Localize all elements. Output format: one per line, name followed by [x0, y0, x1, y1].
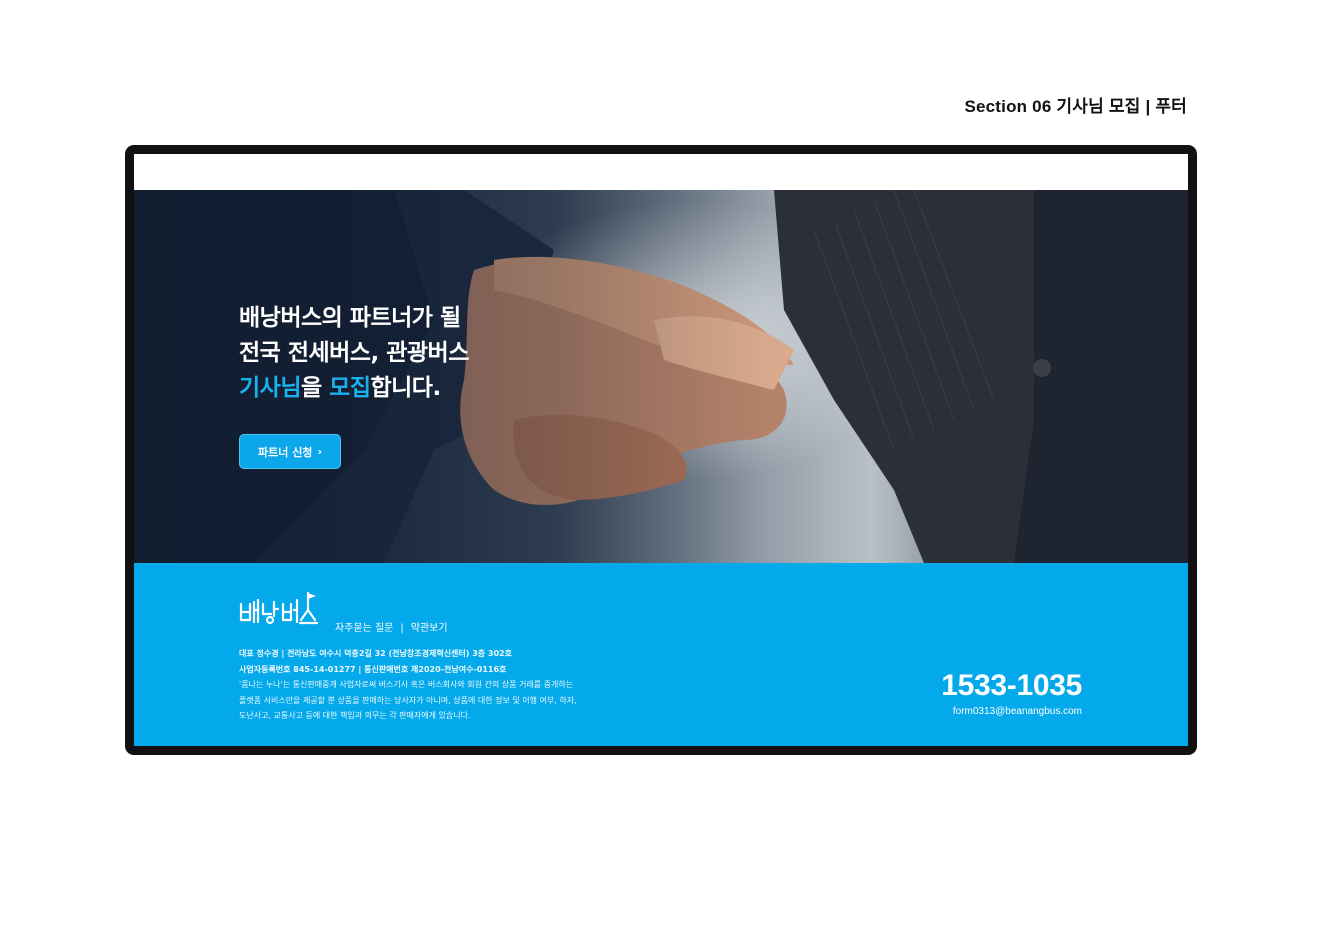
nav-strip	[134, 154, 1188, 190]
info-line-1: 대표 정수경 | 전라남도 여수시 덕충2길 32 (전남창조경제혁신센터) 3…	[239, 649, 512, 658]
footer: 자주묻는 질문 | 약관보기 대표 정수경 | 전라남도 여수시 덕충2길 32 (…	[134, 563, 1188, 746]
info-line-4: 플랫폼 서비스만을 제공할 뿐 상품을 판매하는 당사자가 아니며, 상품에 대…	[239, 695, 577, 705]
headline-highlight-recruit: 모집	[329, 375, 371, 401]
contact-phone: 1533-1035	[941, 669, 1082, 702]
info-line-2: 사업자등록번호 845-14-01277 | 통신판매번호 제2020-전남여수…	[239, 664, 507, 674]
headline-highlight-driver: 기사님	[239, 375, 301, 401]
headline-text-1: 을	[300, 375, 330, 401]
link-separator: |	[400, 623, 404, 634]
terms-link[interactable]: 약관보기	[411, 623, 448, 634]
device-frame: 배낭버스의 파트너가 될 전국 전세버스, 관광버스 기사님을 모집합니다. 파…	[125, 145, 1197, 755]
headline-line-3: 기사님을 모집합니다.	[239, 371, 469, 406]
screen: 배낭버스의 파트너가 될 전국 전세버스, 관광버스 기사님을 모집합니다. 파…	[134, 154, 1188, 746]
footer-links: 자주묻는 질문 | 약관보기	[335, 619, 448, 634]
company-info: 대표 정수경 | 전라남도 여수시 덕충2길 32 (전남창조경제혁신센터) 3…	[239, 646, 577, 724]
info-line-3: '품나는 누나'는 통신판매중개 사업자로써 버스기사 혹은 버스회사와 회원 …	[239, 680, 574, 689]
hero-headline: 배낭버스의 파트너가 될 전국 전세버스, 관광버스 기사님을 모집합니다.	[239, 301, 469, 406]
flag-logo-icon[interactable]	[238, 590, 320, 628]
section-label: Section 06 기사님 모집 | 푸터	[964, 97, 1187, 116]
faq-link[interactable]: 자주묻는 질문	[335, 623, 393, 634]
partner-apply-button[interactable]: 파트너 신청 ›	[239, 434, 341, 469]
headline-line-1: 배낭버스의 파트너가 될	[239, 305, 461, 331]
info-line-5: 도난사고, 교통사고 등에 대한 책임과 의무는 각 판매자에게 있습니다.	[239, 711, 471, 720]
chevron-right-icon: ›	[317, 445, 322, 458]
headline-line-2: 전국 전세버스, 관광버스	[239, 340, 469, 366]
contact-email[interactable]: form0313@beanangbus.com	[953, 706, 1082, 717]
hero-banner: 배낭버스의 파트너가 될 전국 전세버스, 관광버스 기사님을 모집합니다. 파…	[134, 190, 1188, 563]
headline-text-2: 합니다.	[370, 375, 441, 401]
partner-apply-label: 파트너 신청	[258, 445, 313, 459]
